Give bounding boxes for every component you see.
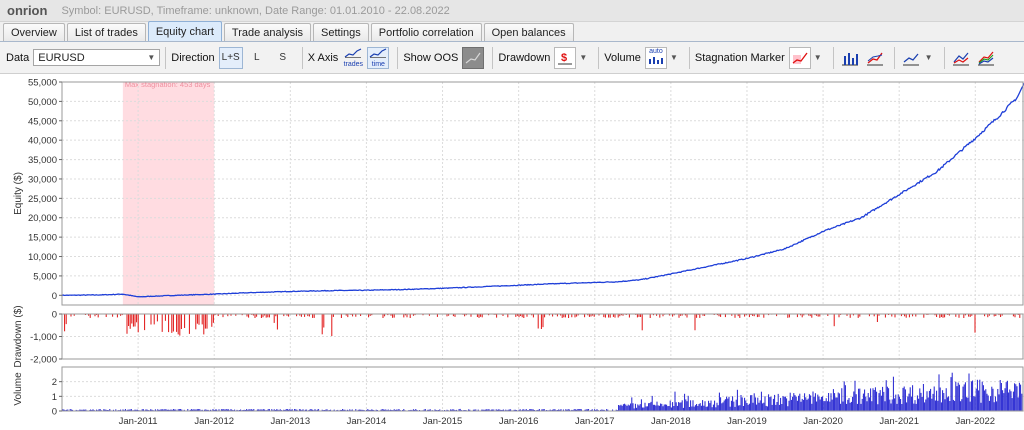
data-label: Data (6, 51, 30, 64)
bar-chart-icon (841, 52, 858, 65)
x-tick-label: Jan-2013 (271, 416, 311, 427)
data-select[interactable]: EURUSD ▼ (33, 49, 161, 66)
drawdown-tick-label: -2,000 (30, 355, 57, 366)
toolbar-separator (301, 46, 303, 69)
x-tick-label: Jan-2021 (879, 416, 919, 427)
drawdown-tick-label: 0 (52, 310, 57, 321)
volume-auto-text: auto (649, 48, 663, 55)
equity-tick-label: 0 (52, 291, 57, 302)
drawdown-mode-button[interactable]: $ (554, 46, 577, 69)
xaxis-trades-text: trades (343, 60, 364, 68)
chevron-down-icon[interactable]: ▼ (579, 53, 587, 62)
tab-portfolio-correlation[interactable]: Portfolio correlation (370, 23, 482, 41)
xaxis-trades-button[interactable]: trades (342, 47, 364, 69)
toolbar-separator (598, 46, 600, 69)
x-tick-label: Jan-2019 (727, 416, 767, 427)
x-tick-label: Jan-2018 (651, 416, 691, 427)
volume-bars-icon (648, 57, 663, 64)
compare-chart-icon (952, 52, 969, 65)
stagnation-chart-icon (792, 52, 808, 64)
drawdown-label: Drawdown (498, 51, 551, 64)
x-tick-label: Jan-2014 (347, 416, 387, 427)
compare-chart-button[interactable] (950, 47, 972, 69)
equity-tick-label: 20,000 (28, 213, 57, 224)
tab-equity-chart[interactable]: Equity chart (147, 21, 222, 41)
x-tick-label: Jan-2016 (499, 416, 539, 427)
tab-overview[interactable]: Overview (3, 23, 65, 41)
trend-chart-icon (902, 53, 919, 65)
equity-tick-label: 40,000 (28, 136, 57, 147)
toolbar-separator (165, 46, 167, 69)
x-tick-label: Jan-2022 (955, 416, 995, 427)
drawdown-axis-label: Drawdown ($) (13, 305, 24, 367)
tab-list-of-trades[interactable]: List of trades (66, 23, 146, 41)
equity-tick-label: 35,000 (28, 155, 57, 166)
toolbar-separator (832, 46, 834, 69)
toolbar-separator (492, 46, 494, 69)
tab-open-balances[interactable]: Open balances (483, 23, 574, 41)
volume-label: Volume (604, 51, 641, 64)
line-chart-icon (866, 52, 883, 65)
equity-tick-label: 10,000 (28, 252, 57, 263)
chevron-down-icon[interactable]: ▼ (670, 53, 678, 62)
chart-type-button[interactable] (900, 47, 922, 69)
drawdown-tick-label: -1,000 (30, 332, 57, 343)
x-tick-label: Jan-2015 (423, 416, 463, 427)
volume-axis-label: Volume (13, 372, 24, 406)
equity-tick-label: 15,000 (28, 233, 57, 244)
chart-toolbar: Data EURUSD ▼ Direction L+S L S X Axis t… (0, 42, 1024, 74)
x-tick-label: Jan-2011 (119, 416, 158, 427)
data-select-value: EURUSD (38, 51, 85, 64)
xaxis-time-text: time (371, 60, 385, 68)
toolbar-separator (397, 46, 399, 69)
chevron-down-icon[interactable]: ▼ (814, 53, 822, 62)
direction-label: Direction (171, 51, 215, 64)
equity-tick-label: 45,000 (28, 116, 57, 127)
bar-chart-view-button[interactable] (839, 47, 861, 69)
line-chart-icon (344, 47, 361, 58)
title-bar: onrion Symbol: EURUSD, Timeframe: unknow… (0, 0, 1024, 22)
dollar-drawdown-icon: $ (558, 52, 573, 64)
app-name: onrion (7, 3, 48, 18)
equity-tick-label: 5,000 (33, 271, 57, 282)
tab-bar: Overview List of trades Equity chart Tra… (0, 21, 1024, 42)
tab-trade-analysis[interactable]: Trade analysis (223, 23, 312, 41)
stagnation-marker-label: Stagnation Marker (694, 51, 785, 64)
tab-settings[interactable]: Settings (313, 23, 369, 41)
strategy-info: Symbol: EURUSD, Timeframe: unknown, Date… (61, 4, 450, 17)
toolbar-separator (893, 46, 895, 69)
toolbar-separator (943, 46, 945, 69)
equity-chart-area: Max stagnation: 453 days Jan-2011 Jan-201… (0, 76, 1024, 430)
line-chart-icon (369, 47, 387, 58)
equity-tick-label: 30,000 (28, 174, 57, 185)
equity-axis-label: Equity ($) (13, 172, 24, 215)
equity-tick-label: 55,000 (28, 78, 57, 89)
xaxis-label: X Axis (307, 51, 339, 64)
chevron-down-icon: ▼ (147, 53, 156, 62)
equity-tick-label: 25,000 (28, 194, 57, 205)
x-tick-label: Jan-2017 (575, 416, 615, 427)
stagnation-region (122, 82, 215, 305)
equity-tick-label: 50,000 (28, 97, 57, 108)
multi-series-icon (977, 51, 994, 65)
volume-mode-button[interactable]: auto (644, 46, 667, 69)
line-chart-view-button[interactable] (864, 47, 886, 69)
volume-tick-label: 0 (52, 407, 57, 418)
direction-long-button[interactable]: L (245, 47, 269, 69)
stagnation-marker-button[interactable] (788, 46, 811, 69)
toolbar-separator (688, 46, 690, 69)
direction-ls-button[interactable]: L+S (218, 46, 243, 69)
svg-text:$: $ (561, 52, 567, 64)
chevron-down-icon[interactable]: ▼ (925, 53, 933, 62)
show-oos-label: Show OOS (403, 51, 459, 64)
volume-tick-label: 1 (52, 392, 57, 403)
direction-short-button[interactable]: S (271, 47, 295, 69)
xaxis-time-button[interactable]: time (367, 46, 390, 69)
x-tick-label: Jan-2012 (194, 416, 234, 427)
show-oos-toggle[interactable] (462, 46, 485, 69)
x-tick-label: Jan-2020 (803, 416, 843, 427)
oos-chart-icon (465, 52, 481, 63)
multi-series-button[interactable] (975, 47, 997, 69)
volume-tick-label: 2 (52, 377, 57, 388)
